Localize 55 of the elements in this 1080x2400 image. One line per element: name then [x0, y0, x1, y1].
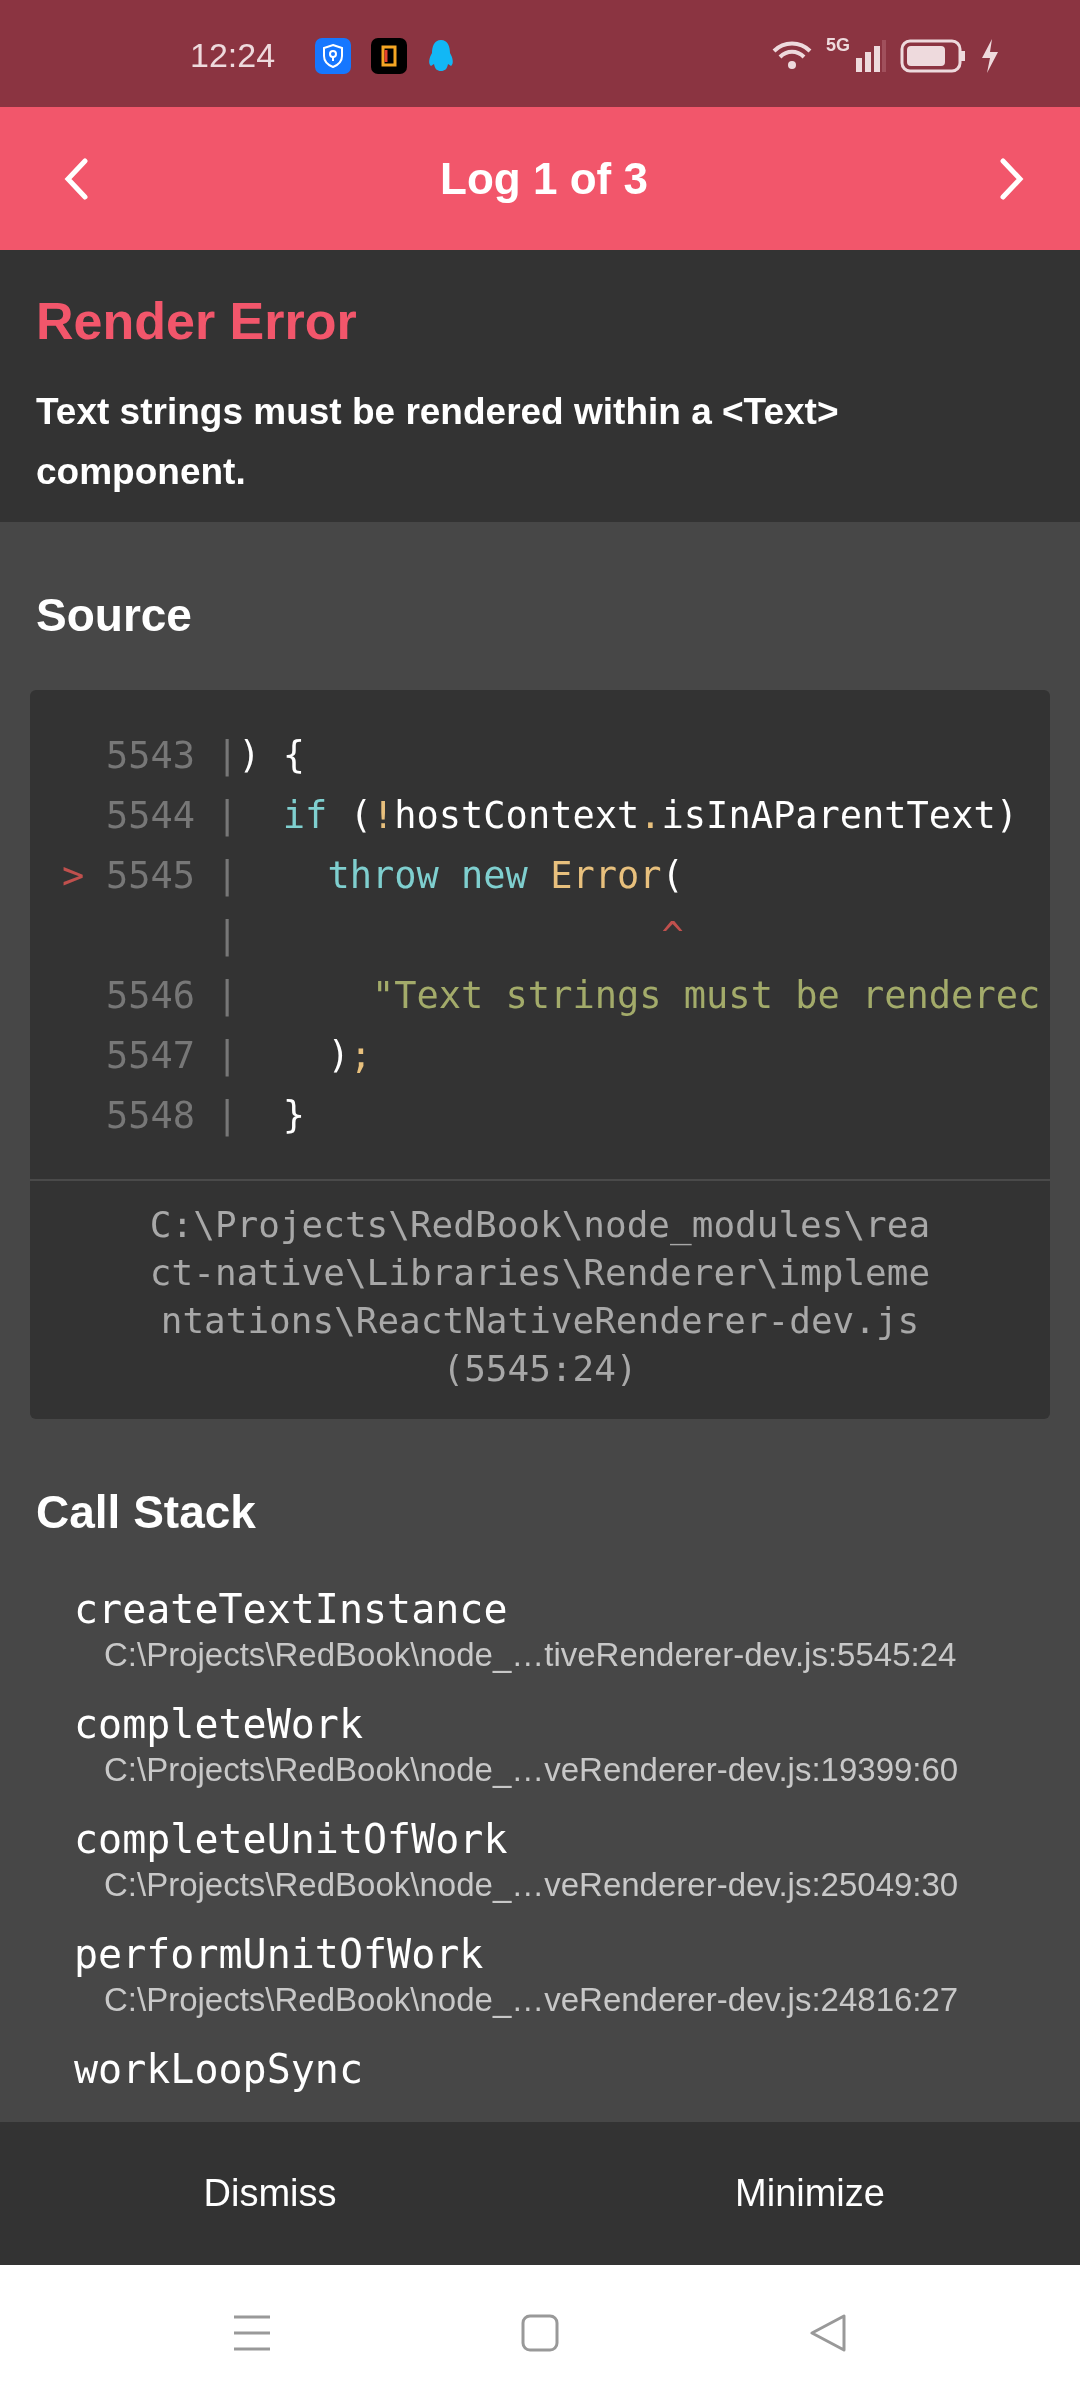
footer-button[interactable]: Minimize: [540, 2122, 1080, 2265]
home-button[interactable]: [521, 2313, 559, 2352]
error-message: Text strings must be rendered within a <Text> component.: [36, 390, 840, 494]
stack-frame-name[interactable]: workLoopSync: [74, 2044, 1080, 2094]
stack-frame-name[interactable]: createTextInstance: [74, 1584, 1080, 1634]
stack-frame-file: C:\Projects\RedBook\node_…veRenderer-dev.js:19399:60: [103, 1750, 960, 1790]
battery-icon: [900, 38, 966, 73]
stack-frame-name[interactable]: performUnitOfWork: [74, 1929, 1080, 1979]
shield-icon: [315, 37, 352, 74]
network-label: 5G: [826, 35, 850, 56]
gutter-text: |: [216, 1033, 239, 1077]
line-number: 5543: [106, 733, 196, 777]
stack-frame-name[interactable]: completeUnitOfWork: [74, 1814, 1080, 1864]
line-number: 5547: [106, 1033, 196, 1077]
gutter-text: |: [216, 1093, 239, 1137]
app-icon: [371, 37, 408, 74]
gutter-text: |: [216, 793, 239, 837]
penguin-icon: [427, 37, 456, 74]
code-text: throw new Error(: [326, 853, 684, 897]
gutter-text: |: [216, 733, 239, 777]
menu-button[interactable]: [233, 2314, 271, 2351]
stack-frame-file: C:\Projects\RedBook\node_…tiveRenderer-dev.js:5545:24: [103, 1635, 958, 1675]
stack-frame-file: C:\Projects\RedBook\node_…veRenderer-dev.js:24816:27: [103, 1980, 960, 2020]
wifi-icon: [772, 39, 812, 72]
error-title: Render Error: [36, 291, 358, 352]
log-title: Log 1 of 3: [440, 153, 648, 204]
section-heading: Call Stack: [35, 1489, 257, 1535]
code-text: );: [326, 1033, 372, 1077]
line-number: 5545: [106, 853, 196, 897]
gutter-text: |: [216, 913, 239, 957]
stack-frame-name[interactable]: completeWork: [74, 1699, 1080, 1749]
code-text: }: [281, 1093, 306, 1137]
back-button[interactable]: [809, 2313, 847, 2352]
footer-button[interactable]: Dismiss: [0, 2122, 540, 2265]
menu-icon: [233, 2314, 271, 2351]
line-number: 5544: [106, 793, 196, 837]
code-text: if (!hostContext.isInAParentText): [281, 793, 1018, 837]
file-location: C:\Projects\RedBook\node_modules\react-native\Libraries\Renderer\implementations\ReactNativeRenderer-dev.js (5545:24): [148, 1203, 932, 1391]
code-text: ) {: [238, 733, 306, 777]
line-number: 5548: [106, 1093, 196, 1137]
chevron-right-icon: [1000, 157, 1024, 200]
square-icon: [521, 2313, 559, 2352]
charging-icon: [980, 38, 1000, 73]
signal-icon: [854, 39, 886, 72]
code-text: "Text strings must be renderec: [370, 973, 1041, 1017]
line-number: 5546: [106, 973, 196, 1017]
gutter-text: |: [216, 973, 239, 1017]
back-icon: [809, 2313, 847, 2352]
status-time: 12:24: [190, 36, 276, 75]
code-text: ^: [660, 913, 684, 957]
section-heading: Source: [35, 592, 193, 638]
gutter-text: |: [216, 853, 239, 897]
chevron-left-icon: [64, 157, 88, 200]
current-line-marker: >: [62, 853, 85, 897]
stack-frame-file: C:\Projects\RedBook\node_…veRenderer-dev.js:25049:30: [103, 1865, 960, 1905]
